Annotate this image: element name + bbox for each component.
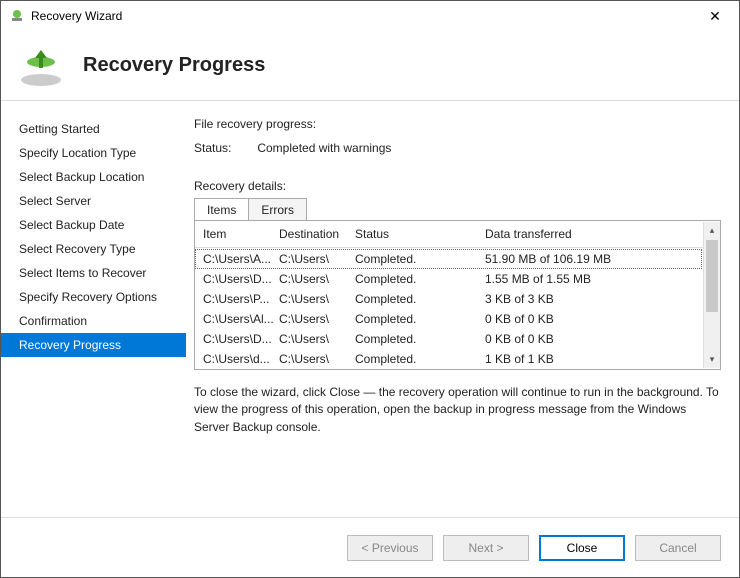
table-row[interactable]: C:\Users\A... C:\Users\ Completed. 51.90… <box>195 249 702 269</box>
cell-item: C:\Users\D... <box>203 272 279 286</box>
sidebar-step-backup-date[interactable]: Select Backup Date <box>1 213 186 237</box>
cell-item: C:\Users\d... <box>203 352 279 366</box>
cell-dest: C:\Users\ <box>279 292 355 306</box>
cell-data: 0 KB of 0 KB <box>485 332 702 346</box>
cell-item: C:\Users\A... <box>203 252 279 266</box>
sidebar-step-location-type[interactable]: Specify Location Type <box>1 141 186 165</box>
previous-button: < Previous <box>347 535 433 561</box>
cell-status: Completed. <box>355 352 485 366</box>
cell-data: 3 KB of 3 KB <box>485 292 702 306</box>
cell-dest: C:\Users\ <box>279 312 355 326</box>
app-icon <box>9 8 25 24</box>
cell-dest: C:\Users\ <box>279 272 355 286</box>
status-row: Status: Completed with warnings <box>194 141 721 155</box>
sidebar-step-getting-started[interactable]: Getting Started <box>1 117 186 141</box>
cell-data: 51.90 MB of 106.19 MB <box>485 252 702 266</box>
table-row[interactable]: C:\Users\D... C:\Users\ Completed. 1.55 … <box>195 269 702 289</box>
close-button[interactable]: Close <box>539 535 625 561</box>
details-tabs: Items Errors <box>194 197 721 220</box>
cell-item: C:\Users\P... <box>203 292 279 306</box>
sidebar-step-backup-location[interactable]: Select Backup Location <box>1 165 186 189</box>
sidebar-step-recovery-type[interactable]: Select Recovery Type <box>1 237 186 261</box>
page-title: Recovery Progress <box>83 54 265 77</box>
tab-items[interactable]: Items <box>194 198 249 221</box>
hint-text: To close the wizard, click Close — the r… <box>194 384 721 436</box>
scroll-up-icon[interactable]: ▴ <box>704 222 720 239</box>
titlebar: Recovery Wizard ✕ <box>1 1 739 31</box>
tab-errors[interactable]: Errors <box>248 198 307 221</box>
scrollbar[interactable]: ▴ ▾ <box>703 222 720 368</box>
cancel-button: Cancel <box>635 535 721 561</box>
recovery-wizard-window: Recovery Wizard ✕ Recovery Progress Gett… <box>0 0 740 578</box>
scroll-thumb[interactable] <box>706 240 718 312</box>
wizard-footer: < Previous Next > Close Cancel <box>1 517 739 577</box>
cell-data: 1.55 MB of 1.55 MB <box>485 272 702 286</box>
recovery-details-grid: Item Destination Status Data transferred… <box>194 220 721 370</box>
col-destination[interactable]: Destination <box>279 227 355 241</box>
sidebar-step-recovery-options[interactable]: Specify Recovery Options <box>1 285 186 309</box>
cell-status: Completed. <box>355 312 485 326</box>
cell-item: C:\Users\Al... <box>203 312 279 326</box>
window-title: Recovery Wizard <box>31 9 695 23</box>
sidebar-step-items-to-recover[interactable]: Select Items to Recover <box>1 261 186 285</box>
status-value: Completed with warnings <box>257 141 391 155</box>
col-data-transferred[interactable]: Data transferred <box>485 227 720 241</box>
table-row[interactable]: C:\Users\Al... C:\Users\ Completed. 0 KB… <box>195 309 702 329</box>
next-button: Next > <box>443 535 529 561</box>
cell-status: Completed. <box>355 272 485 286</box>
wizard-steps-sidebar: Getting Started Specify Location Type Se… <box>1 101 186 517</box>
wizard-header: Recovery Progress <box>1 31 739 101</box>
cell-status: Completed. <box>355 292 485 306</box>
table-row[interactable]: C:\Users\D... C:\Users\ Completed. 0 KB … <box>195 329 702 349</box>
col-item[interactable]: Item <box>203 227 279 241</box>
grid-header: Item Destination Status Data transferred <box>195 221 720 248</box>
window-close-button[interactable]: ✕ <box>695 8 735 25</box>
status-label: Status: <box>194 141 254 155</box>
cell-item: C:\Users\D... <box>203 332 279 346</box>
table-row[interactable]: C:\Users\P... C:\Users\ Completed. 3 KB … <box>195 289 702 309</box>
cell-dest: C:\Users\ <box>279 332 355 346</box>
cell-data: 1 KB of 1 KB <box>485 352 702 366</box>
grid-body[interactable]: C:\Users\A... C:\Users\ Completed. 51.90… <box>195 249 702 369</box>
sidebar-step-recovery-progress[interactable]: Recovery Progress <box>1 333 186 357</box>
cell-dest: C:\Users\ <box>279 252 355 266</box>
cell-status: Completed. <box>355 332 485 346</box>
details-label: Recovery details: <box>194 179 721 193</box>
recovery-icon <box>17 42 65 90</box>
cell-dest: C:\Users\ <box>279 352 355 366</box>
main-panel: File recovery progress: Status: Complete… <box>186 101 739 517</box>
scroll-down-icon[interactable]: ▾ <box>704 351 720 368</box>
sidebar-step-confirmation[interactable]: Confirmation <box>1 309 186 333</box>
table-row[interactable]: C:\Users\d... C:\Users\ Completed. 1 KB … <box>195 349 702 369</box>
sidebar-step-select-server[interactable]: Select Server <box>1 189 186 213</box>
progress-label: File recovery progress: <box>194 117 721 131</box>
col-status[interactable]: Status <box>355 227 485 241</box>
cell-data: 0 KB of 0 KB <box>485 312 702 326</box>
cell-status: Completed. <box>355 252 485 266</box>
